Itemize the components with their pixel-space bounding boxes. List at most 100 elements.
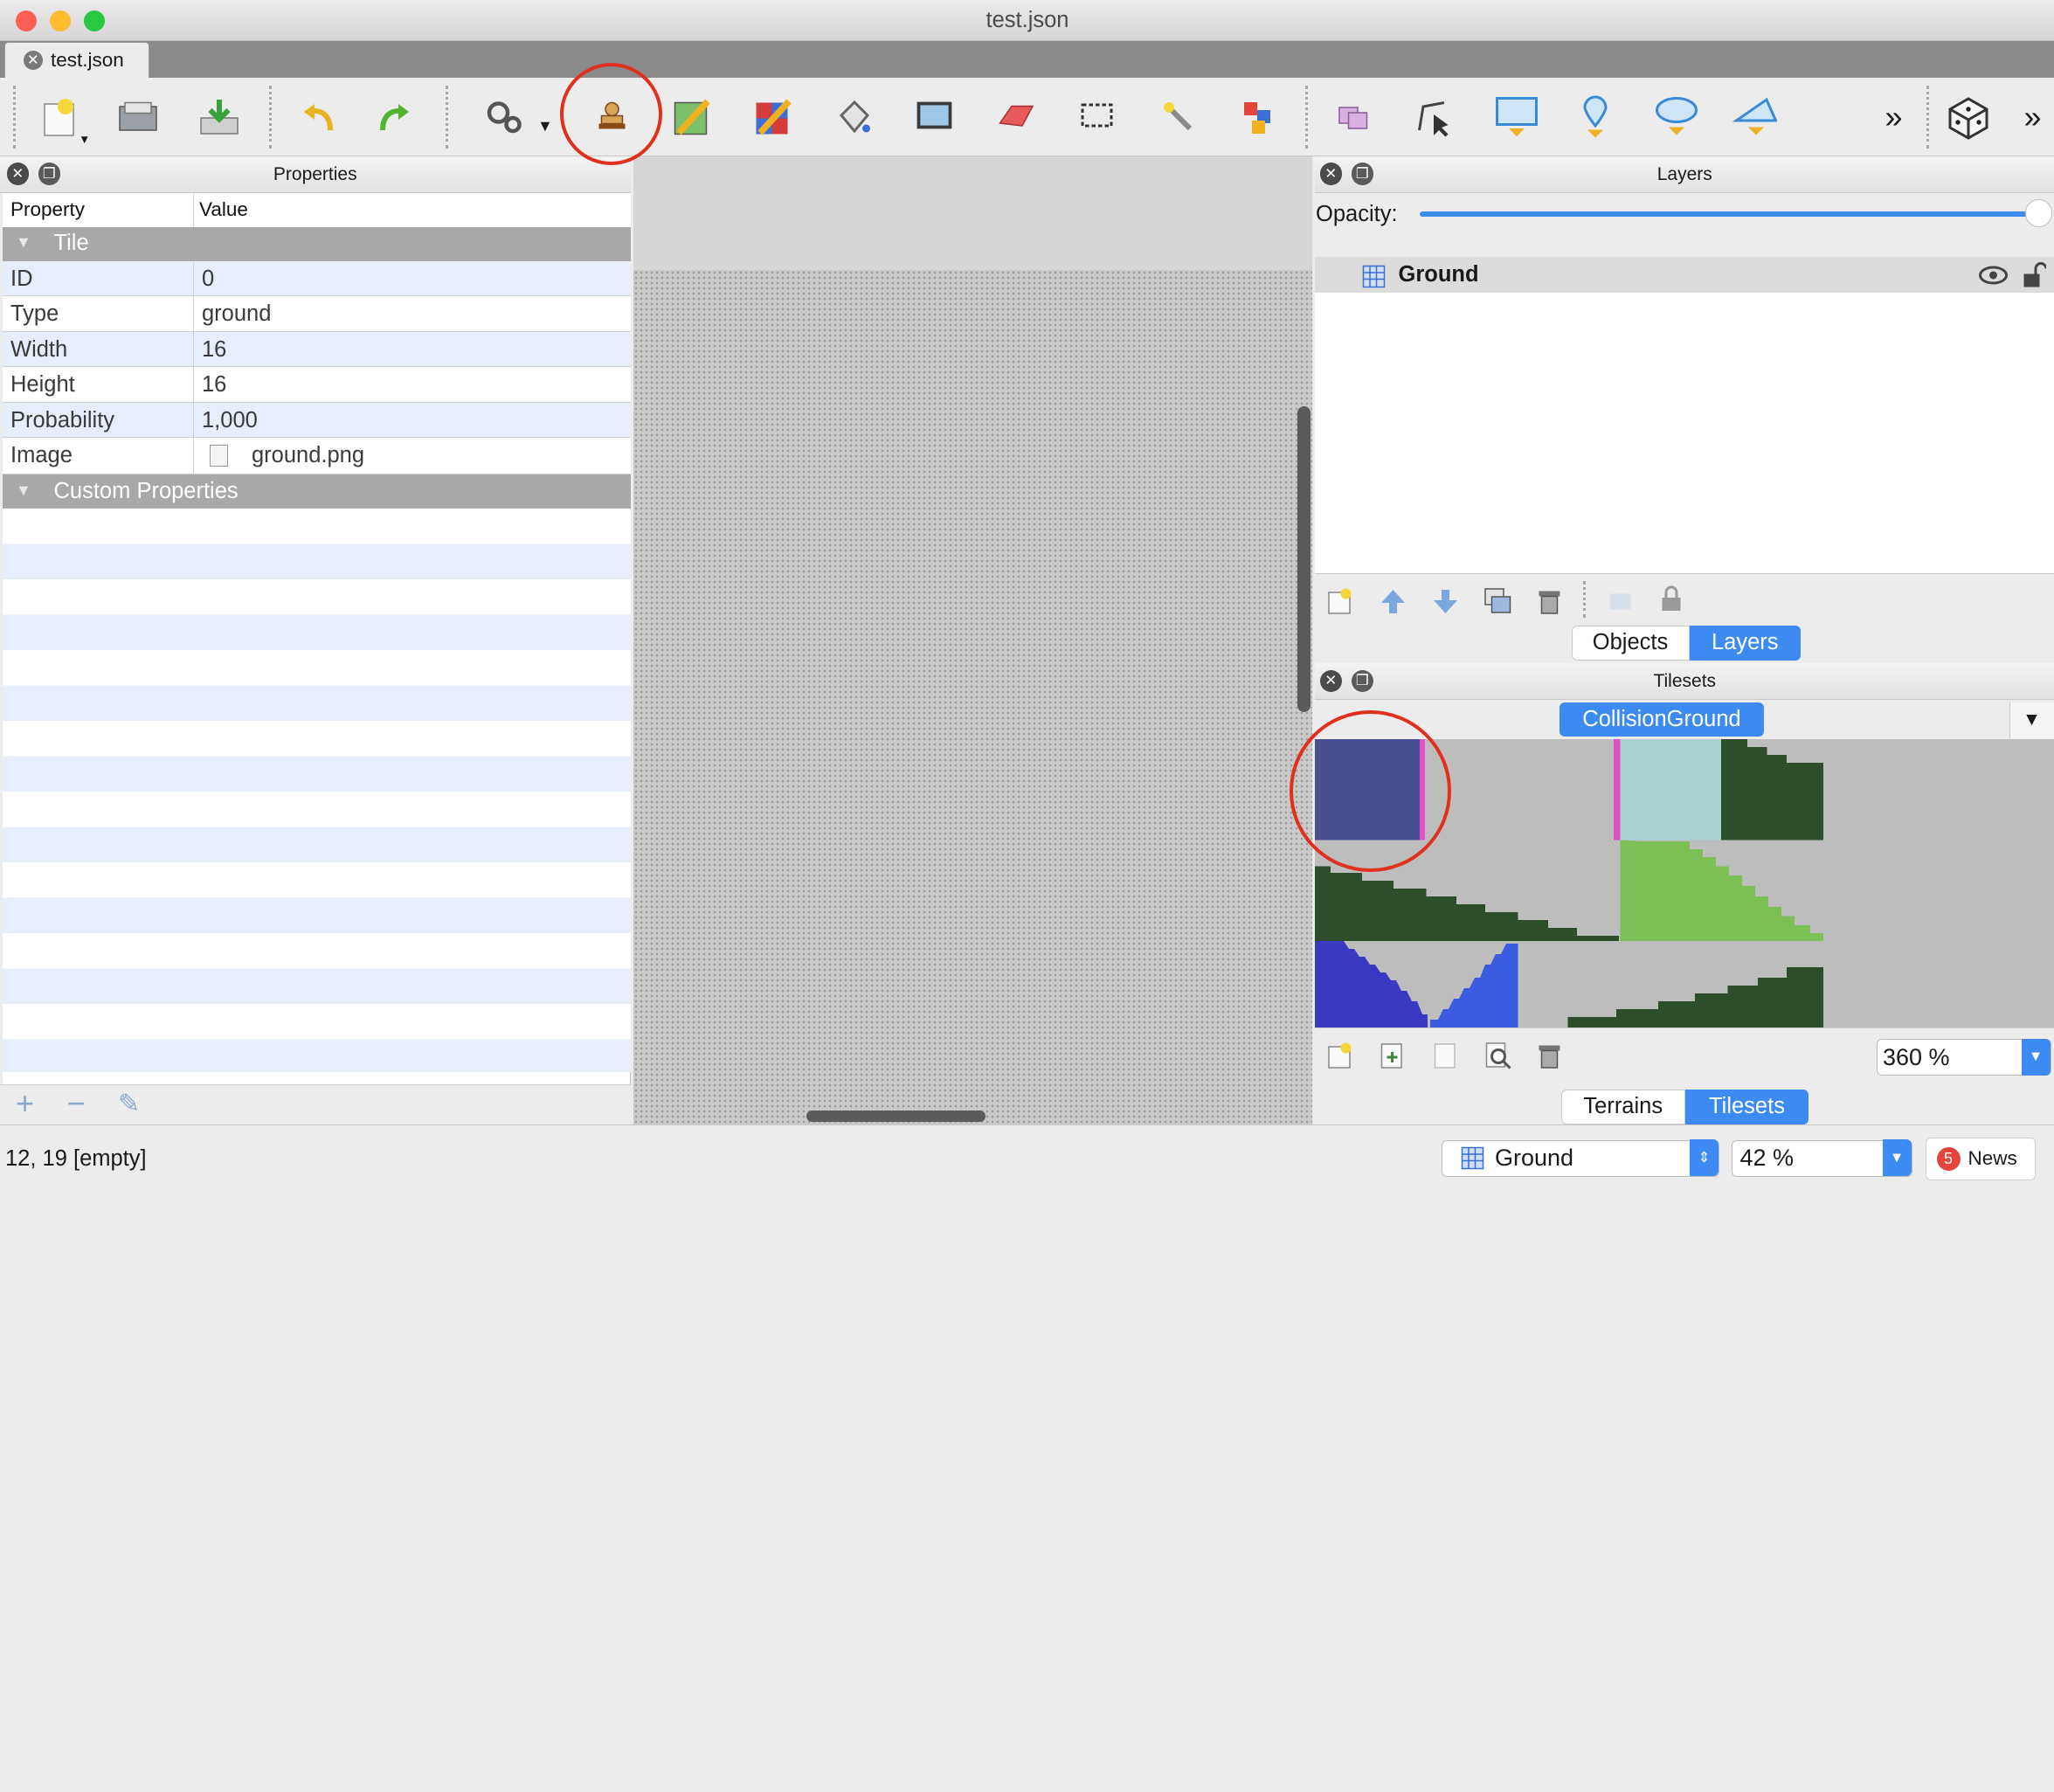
bottom-dock-tabbar: Terrains Tilesets	[1315, 1083, 2054, 1124]
stamp-brush-tool[interactable]	[590, 94, 634, 139]
save-download-icon	[198, 97, 240, 136]
layers-panel-header: ✕ ❐ Layers	[1315, 156, 2054, 193]
tab-tilesets[interactable]: Tilesets	[1685, 1090, 1808, 1125]
tileset-menu-dropdown-icon[interactable]: ▼	[2009, 702, 2054, 738]
main-toolbar: ▼ ▼	[0, 78, 2054, 156]
select-same-tile-icon	[1239, 97, 1278, 136]
tab-terrains[interactable]: Terrains	[1561, 1090, 1686, 1125]
select-same-tile-tool[interactable]	[1236, 94, 1281, 139]
table-row[interactable]: ID 0	[3, 261, 631, 297]
save-button[interactable]	[197, 94, 241, 139]
list-item[interactable]: Ground	[1315, 257, 2054, 293]
paint-bucket-icon	[833, 97, 873, 136]
opacity-slider-handle[interactable]	[2025, 199, 2053, 227]
new-layer-icon[interactable]	[1326, 587, 1355, 616]
magic-wand-tool[interactable]	[1156, 94, 1200, 139]
tileset-zoom-select[interactable]: 360 % ▼	[1877, 1039, 2051, 1076]
terrain-brush-tool[interactable]	[670, 94, 715, 139]
commands-button[interactable]	[482, 94, 527, 139]
tab-layers[interactable]: Layers	[1690, 626, 1802, 661]
select-objects-tool[interactable]	[1331, 94, 1376, 139]
tileset-tab-row: CollisionGround ▼	[1315, 700, 2054, 739]
top-dock-tabbar: Objects Layers	[1315, 624, 2054, 666]
insert-polygon-tool[interactable]	[1732, 94, 1777, 139]
toolbar-separator	[269, 86, 272, 149]
table-row[interactable]: Width 16	[3, 332, 631, 368]
opacity-label: Opacity:	[1316, 202, 1398, 227]
opacity-slider[interactable]	[1420, 211, 2038, 217]
delete-layer-trash-icon[interactable]	[1535, 585, 1564, 616]
current-layer-select[interactable]: Ground ⇕	[1442, 1140, 1719, 1177]
commands-dropdown-icon[interactable]: ▼	[537, 117, 553, 135]
property-group-tile[interactable]: ▼ Tile	[3, 227, 631, 261]
document-tab[interactable]: ✕ test.json	[4, 42, 150, 78]
map-canvas[interactable]	[633, 270, 1312, 1124]
property-group-custom[interactable]: ▼ Custom Properties	[3, 474, 631, 509]
remove-property-button[interactable]: −	[67, 1085, 86, 1122]
tileset-view[interactable]	[1315, 739, 2054, 1027]
properties-panel-header: ✕ ❐ Properties	[0, 156, 631, 193]
unlocked-padlock-icon[interactable]	[2020, 262, 2046, 288]
tileset-toolbar: 360 % ▼	[1315, 1027, 2054, 1083]
edit-polygons-tool[interactable]	[1412, 94, 1456, 139]
window-title: test.json	[0, 8, 2054, 33]
tileset-tab-collisionground[interactable]: CollisionGround	[1560, 702, 1764, 737]
table-row[interactable]: Image ground.png	[3, 438, 631, 474]
terrain-brush-icon	[671, 96, 713, 138]
close-tab-icon[interactable]: ✕	[24, 51, 44, 71]
edit-polygon-icon	[1413, 96, 1455, 138]
news-button[interactable]: 5 News	[1926, 1138, 2036, 1181]
import-tileset-icon[interactable]	[1378, 1041, 1407, 1070]
undo-button[interactable]	[296, 94, 341, 139]
column-header-property[interactable]: Property	[10, 198, 85, 221]
bucket-fill-tool[interactable]	[831, 94, 875, 139]
rectangular-select-tool[interactable]	[1075, 94, 1119, 139]
show-hide-others-icon[interactable]	[1606, 587, 1635, 616]
dice-icon	[1945, 93, 1989, 141]
table-row[interactable]: Type ground	[3, 296, 631, 332]
panel-title: Tilesets	[1315, 671, 2054, 692]
eye-visibility-icon[interactable]	[1979, 265, 2008, 286]
insert-ellipse-tool[interactable]	[1653, 94, 1698, 139]
map-zoom-select[interactable]: 42 % ▼	[1732, 1140, 1912, 1177]
tile-0-selected[interactable]	[1315, 739, 1420, 841]
more-tools-chevron-icon[interactable]: »	[1871, 94, 1916, 139]
wang-brush-tool[interactable]	[751, 94, 796, 139]
insert-point-tool[interactable]	[1573, 94, 1617, 139]
chevron-down-icon: ▼	[1883, 1139, 1912, 1176]
delete-tileset-trash-icon[interactable]	[1535, 1039, 1564, 1070]
table-row[interactable]: Probability 1,000	[3, 403, 631, 439]
lower-layer-arrow-down-icon[interactable]	[1431, 587, 1460, 616]
eraser-tool[interactable]	[993, 94, 1038, 139]
rename-property-pencil-icon[interactable]: ✎	[118, 1089, 140, 1119]
new-map-dropdown-icon[interactable]: ▼	[79, 133, 90, 146]
map-canvas-margin	[633, 156, 1312, 271]
more-toolbar-chevron-icon[interactable]: »	[2010, 94, 2054, 139]
new-map-button[interactable]	[37, 94, 81, 139]
redo-button[interactable]	[372, 94, 417, 139]
open-button[interactable]	[115, 94, 160, 139]
random-mode-button[interactable]	[1945, 94, 1989, 139]
vertical-scrollbar[interactable]	[1297, 406, 1311, 712]
collapse-triangle-icon[interactable]: ▼	[16, 481, 31, 500]
lock-layer-padlock-icon[interactable]	[1658, 585, 1684, 613]
panel-title: Properties	[0, 164, 631, 185]
table-row[interactable]: Height 16	[3, 367, 631, 403]
edit-tileset-magnifier-icon[interactable]	[1483, 1041, 1514, 1072]
export-tileset-icon[interactable]	[1431, 1041, 1460, 1070]
tile-layer-grid-icon	[1362, 265, 1386, 288]
horizontal-scrollbar[interactable]	[806, 1110, 986, 1123]
tab-objects[interactable]: Objects	[1572, 626, 1690, 661]
custom-properties-list[interactable]	[3, 509, 631, 1072]
new-tileset-icon[interactable]	[1326, 1041, 1355, 1070]
news-count-badge: 5	[1937, 1147, 1961, 1171]
insert-rectangle-tool[interactable]	[1493, 94, 1538, 139]
add-property-button[interactable]: +	[16, 1085, 34, 1122]
collapse-triangle-icon[interactable]: ▼	[16, 233, 31, 252]
duplicate-layer-icon[interactable]	[1483, 586, 1511, 615]
raise-layer-arrow-up-icon[interactable]	[1379, 587, 1407, 616]
shape-fill-tool[interactable]	[912, 94, 957, 139]
tile-layer-grid-icon	[1461, 1146, 1484, 1170]
open-folder-icon	[117, 99, 159, 135]
column-header-value[interactable]: Value	[199, 198, 248, 221]
